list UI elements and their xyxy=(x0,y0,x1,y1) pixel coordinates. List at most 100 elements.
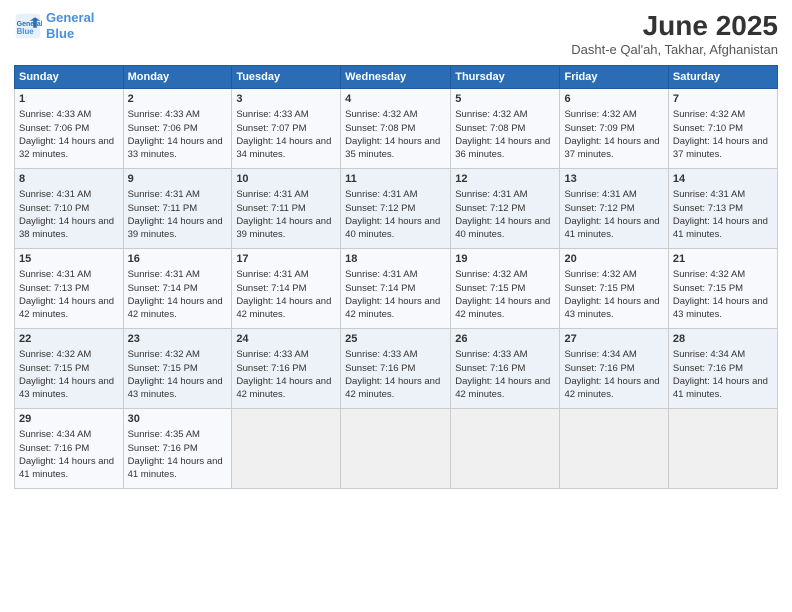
daylight-label: Daylight: 14 hours and 37 minutes. xyxy=(673,136,768,160)
day-number: 28 xyxy=(673,332,773,347)
daylight-label: Daylight: 14 hours and 41 minutes. xyxy=(673,216,768,240)
sunrise-label: Sunrise: 4:31 AM xyxy=(19,189,91,200)
day-number: 22 xyxy=(19,332,119,347)
location-title: Dasht-e Qal'ah, Takhar, Afghanistan xyxy=(571,42,778,57)
daylight-label: Daylight: 14 hours and 42 minutes. xyxy=(236,296,331,320)
sunset-label: Sunset: 7:11 PM xyxy=(128,203,198,214)
day-number: 30 xyxy=(128,412,228,427)
day-cell: 20Sunrise: 4:32 AMSunset: 7:15 PMDayligh… xyxy=(560,249,668,329)
day-cell: 15 Sunrise: 4:31 AM Sunset: 7:13 PM Dayligh… xyxy=(15,249,124,329)
week-row-4: 22 Sunrise: 4:32 AM Sunset: 7:15 PM Dayligh… xyxy=(15,329,778,409)
day-number: 18 xyxy=(345,252,446,267)
col-wednesday: Wednesday xyxy=(341,66,451,89)
week-row-1: 1Sunrise: 4:33 AMSunset: 7:06 PMDaylight… xyxy=(15,89,778,169)
sunrise-label: Sunrise: 4:31 AM xyxy=(128,269,200,280)
daylight-label: Daylight: 14 hours and 42 minutes. xyxy=(19,296,114,320)
daylight-label: Daylight: 14 hours and 42 minutes. xyxy=(345,296,440,320)
sunset-label: Sunset: 7:10 PM xyxy=(19,203,89,214)
day-cell: 10Sunrise: 4:31 AMSunset: 7:11 PMDayligh… xyxy=(232,169,341,249)
sunrise-label: Sunrise: 4:34 AM xyxy=(19,429,91,440)
week-row-2: 8 Sunrise: 4:31 AM Sunset: 7:10 PM Daylight… xyxy=(15,169,778,249)
sunrise-label: Sunrise: 4:32 AM xyxy=(128,349,200,360)
daylight-label: Daylight: 14 hours and 32 minutes. xyxy=(19,136,114,160)
day-cell: 5Sunrise: 4:32 AMSunset: 7:08 PMDaylight… xyxy=(451,89,560,169)
daylight-label: Daylight: 14 hours and 39 minutes. xyxy=(128,216,223,240)
day-cell xyxy=(668,409,777,489)
week-row-5: 29Sunrise: 4:34 AMSunset: 7:16 PMDayligh… xyxy=(15,409,778,489)
sunset-label: Sunset: 7:08 PM xyxy=(345,123,415,134)
calendar-page: General Blue General Blue June 2025 Dash… xyxy=(0,0,792,612)
daylight-label: Daylight: 14 hours and 42 minutes. xyxy=(345,376,440,400)
day-cell: 6Sunrise: 4:32 AMSunset: 7:09 PMDaylight… xyxy=(560,89,668,169)
daylight-label: Daylight: 14 hours and 42 minutes. xyxy=(564,376,659,400)
sunset-label: Sunset: 7:15 PM xyxy=(455,283,525,294)
sunrise-label: Sunrise: 4:33 AM xyxy=(345,349,417,360)
logo-text: General Blue xyxy=(46,10,94,41)
daylight-label: Daylight: 14 hours and 38 minutes. xyxy=(19,216,114,240)
sunset-label: Sunset: 7:16 PM xyxy=(236,363,306,374)
day-cell: 24Sunrise: 4:33 AMSunset: 7:16 PMDayligh… xyxy=(232,329,341,409)
sunrise-label: Sunrise: 4:32 AM xyxy=(345,109,417,120)
day-number: 15 xyxy=(19,252,119,267)
day-cell: 23Sunrise: 4:32 AMSunset: 7:15 PMDayligh… xyxy=(123,329,232,409)
day-cell: 28Sunrise: 4:34 AMSunset: 7:16 PMDayligh… xyxy=(668,329,777,409)
day-number: 9 xyxy=(128,172,228,187)
day-cell xyxy=(232,409,341,489)
sunrise-label: Sunrise: 4:31 AM xyxy=(19,269,91,280)
day-number: 2 xyxy=(128,92,228,107)
day-number: 20 xyxy=(564,252,663,267)
sunrise-label: Sunrise: 4:31 AM xyxy=(345,269,417,280)
sunrise-label: Sunrise: 4:32 AM xyxy=(673,109,745,120)
daylight-label: Daylight: 14 hours and 36 minutes. xyxy=(455,136,550,160)
logo-line1: General xyxy=(46,10,94,25)
col-sunday: Sunday xyxy=(15,66,124,89)
sunset-label: Sunset: 7:16 PM xyxy=(564,363,634,374)
sunset-label: Sunset: 7:16 PM xyxy=(673,363,743,374)
col-friday: Friday xyxy=(560,66,668,89)
daylight-label: Daylight: 14 hours and 41 minutes. xyxy=(19,456,114,480)
sunset-label: Sunset: 7:12 PM xyxy=(455,203,525,214)
daylight-label: Daylight: 14 hours and 43 minutes. xyxy=(564,296,659,320)
sunset-label: Sunset: 7:16 PM xyxy=(19,443,89,454)
sunset-label: Sunset: 7:15 PM xyxy=(564,283,634,294)
day-cell: 25Sunrise: 4:33 AMSunset: 7:16 PMDayligh… xyxy=(341,329,451,409)
sunset-label: Sunset: 7:16 PM xyxy=(128,443,198,454)
daylight-label: Daylight: 14 hours and 41 minutes. xyxy=(128,456,223,480)
day-number: 19 xyxy=(455,252,555,267)
daylight-label: Daylight: 14 hours and 42 minutes. xyxy=(128,296,223,320)
sunset-label: Sunset: 7:13 PM xyxy=(19,283,89,294)
sunset-label: Sunset: 7:16 PM xyxy=(345,363,415,374)
day-number: 11 xyxy=(345,172,446,187)
day-cell: 8 Sunrise: 4:31 AM Sunset: 7:10 PM Daylight… xyxy=(15,169,124,249)
day-cell: 12Sunrise: 4:31 AMSunset: 7:12 PMDayligh… xyxy=(451,169,560,249)
daylight-label: Daylight: 14 hours and 43 minutes. xyxy=(19,376,114,400)
sunset-label: Sunset: 7:16 PM xyxy=(455,363,525,374)
day-number: 26 xyxy=(455,332,555,347)
day-cell: 19Sunrise: 4:32 AMSunset: 7:15 PMDayligh… xyxy=(451,249,560,329)
week-row-3: 15 Sunrise: 4:31 AM Sunset: 7:13 PM Dayligh… xyxy=(15,249,778,329)
col-monday: Monday xyxy=(123,66,232,89)
daylight-label: Daylight: 14 hours and 34 minutes. xyxy=(236,136,331,160)
sunrise-label: Sunrise: 4:32 AM xyxy=(564,109,636,120)
day-number: 4 xyxy=(345,92,446,107)
sunrise-label: Sunrise: 4:33 AM xyxy=(128,109,200,120)
sunset-label: Sunset: 7:06 PM xyxy=(128,123,198,134)
sunrise-label: Sunrise: 4:31 AM xyxy=(345,189,417,200)
sunset-label: Sunset: 7:06 PM xyxy=(19,123,89,134)
daylight-label: Daylight: 14 hours and 40 minutes. xyxy=(455,216,550,240)
day-cell: 14Sunrise: 4:31 AMSunset: 7:13 PMDayligh… xyxy=(668,169,777,249)
day-number: 27 xyxy=(564,332,663,347)
day-cell: 3Sunrise: 4:33 AMSunset: 7:07 PMDaylight… xyxy=(232,89,341,169)
calendar-body: 1Sunrise: 4:33 AMSunset: 7:06 PMDaylight… xyxy=(15,89,778,489)
sunrise-label: Sunrise: 4:34 AM xyxy=(673,349,745,360)
header: General Blue General Blue June 2025 Dash… xyxy=(14,10,778,57)
day-cell: 1Sunrise: 4:33 AMSunset: 7:06 PMDaylight… xyxy=(15,89,124,169)
calendar-table: Sunday Monday Tuesday Wednesday Thursday… xyxy=(14,65,778,489)
day-cell: 30Sunrise: 4:35 AMSunset: 7:16 PMDayligh… xyxy=(123,409,232,489)
sunset-label: Sunset: 7:13 PM xyxy=(673,203,743,214)
day-cell: 21Sunrise: 4:32 AMSunset: 7:15 PMDayligh… xyxy=(668,249,777,329)
day-number: 24 xyxy=(236,332,336,347)
day-number: 10 xyxy=(236,172,336,187)
sunset-label: Sunset: 7:15 PM xyxy=(128,363,198,374)
day-number: 8 xyxy=(19,172,119,187)
